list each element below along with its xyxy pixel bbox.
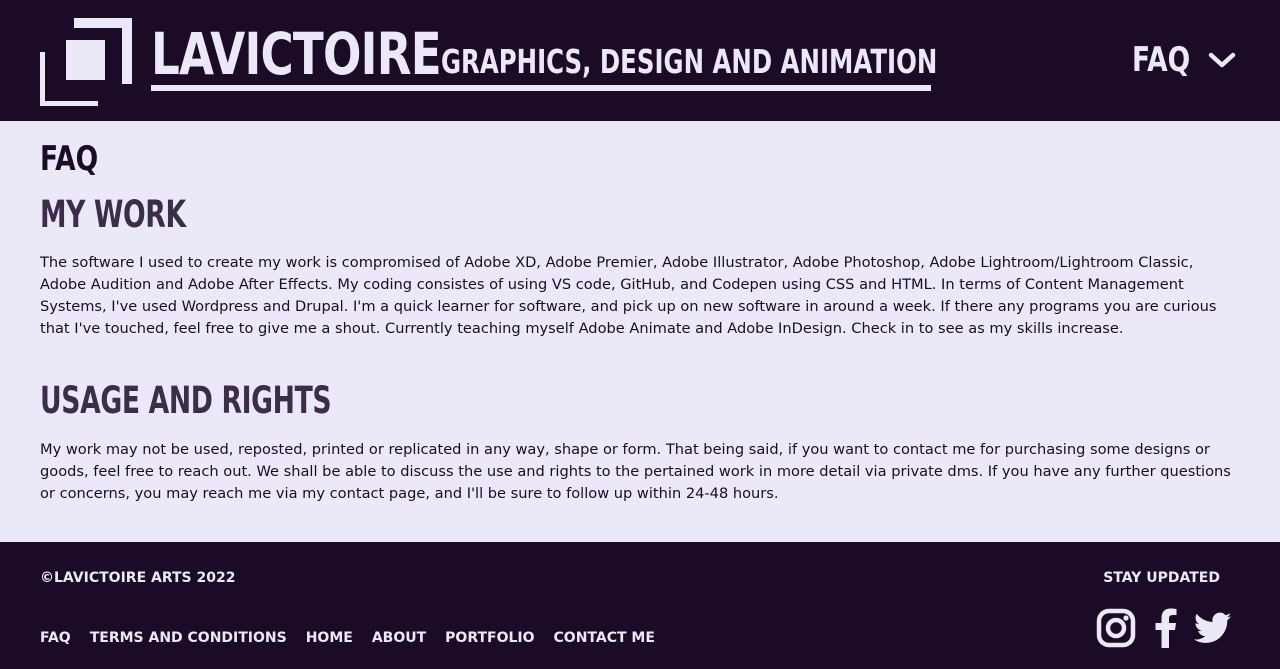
facebook-icon[interactable] xyxy=(1152,608,1178,648)
social-links xyxy=(1096,608,1232,648)
brand-tagline: GRAPHICS, DESIGN AND ANIMATION xyxy=(441,42,938,81)
site-footer: ©LAVICTOIRE ARTS 2022 FAQ TERMS AND COND… xyxy=(0,542,1280,669)
section-body-usage-rights: My work may not be used, reposted, print… xyxy=(40,441,1231,502)
footer-link-home[interactable]: HOME xyxy=(306,630,353,646)
page-title: FAQ xyxy=(40,139,99,179)
instagram-icon[interactable] xyxy=(1096,608,1136,648)
section-heading-usage-rights: USAGE AND RIGHTS xyxy=(40,379,332,422)
footer-link-terms[interactable]: TERMS AND CONDITIONS xyxy=(90,630,287,646)
copyright-text: ©LAVICTOIRE ARTS 2022 xyxy=(40,570,236,586)
footer-link-contact[interactable]: CONTACT ME xyxy=(554,630,655,646)
site-header: LAVICTOIRE GRAPHICS, DESIGN AND ANIMATIO… xyxy=(0,0,1280,121)
brand-name: LAVICTOIRE xyxy=(151,20,442,88)
footer-link-about[interactable]: ABOUT xyxy=(372,630,426,646)
logo-icon[interactable] xyxy=(40,18,132,106)
nav-menu-toggle[interactable]: FAQ xyxy=(1132,40,1236,80)
twitter-icon[interactable] xyxy=(1194,609,1232,647)
brand-link[interactable]: LAVICTOIRE GRAPHICS, DESIGN AND ANIMATIO… xyxy=(151,20,938,91)
chevron-down-icon xyxy=(1208,52,1236,68)
section-heading-my-work: MY WORK xyxy=(40,193,186,236)
footer-link-faq[interactable]: FAQ xyxy=(40,630,71,646)
section-body-my-work: The software I used to create my work is… xyxy=(40,254,1217,337)
nav-current-page: FAQ xyxy=(1132,40,1191,80)
stay-updated-label: STAY UPDATED xyxy=(1103,570,1220,586)
footer-link-portfolio[interactable]: PORTFOLIO xyxy=(445,630,534,646)
footer-nav: FAQ TERMS AND CONDITIONS HOME ABOUT PORT… xyxy=(40,630,655,646)
